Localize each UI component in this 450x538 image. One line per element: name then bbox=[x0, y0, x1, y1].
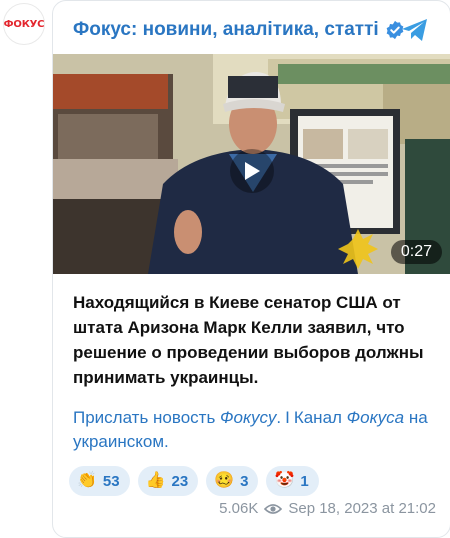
post-links: Прислать новость Фокусу. I Канал Фокуса на… bbox=[73, 406, 433, 454]
post-card: Фокус: новини, аналітика, статті 0:27 На… bbox=[52, 0, 450, 538]
post-date[interactable]: Sep 18, 2023 at 21:02 bbox=[288, 500, 436, 517]
reaction-clown[interactable]: 🤡 1 bbox=[266, 466, 319, 496]
telegram-icon[interactable] bbox=[400, 16, 430, 44]
video-duration: 0:27 bbox=[390, 240, 442, 264]
reaction-woozy[interactable]: 🥴 3 bbox=[206, 466, 259, 496]
thumbs-up-emoji-icon: 👍 bbox=[145, 472, 166, 489]
post-text: Находящийся в Киеве сенатор США от штата… bbox=[73, 293, 424, 387]
reaction-count: 1 bbox=[300, 472, 309, 490]
link-send-news[interactable]: Прислать новость Фокусу. bbox=[73, 408, 281, 427]
reaction-count: 3 bbox=[240, 472, 249, 490]
eye-icon bbox=[264, 503, 283, 514]
clap-emoji-icon: 👏 bbox=[77, 472, 97, 489]
channel-avatar[interactable]: ФОКУС bbox=[3, 3, 45, 45]
woozy-face-emoji-icon: 🥴 bbox=[214, 472, 235, 489]
avatar-logo-text: ФОКУС bbox=[3, 18, 45, 30]
clown-emoji-icon: 🤡 bbox=[274, 472, 295, 489]
reaction-count: 23 bbox=[171, 472, 189, 490]
reactions-bar: 👏 53 👍 23 🥴 3 🤡 1 bbox=[69, 466, 319, 496]
channel-title[interactable]: Фокус: новини, аналітика, статті bbox=[73, 19, 379, 41]
reaction-clap[interactable]: 👏 53 bbox=[69, 466, 130, 496]
reaction-count: 53 bbox=[102, 472, 120, 490]
video-player[interactable]: 0:27 bbox=[53, 54, 450, 274]
link-separator: I bbox=[285, 408, 290, 427]
post-meta: 5.06K Sep 18, 2023 at 21:02 bbox=[219, 500, 436, 517]
post-header: Фокус: новини, аналітика, статті bbox=[73, 15, 430, 45]
play-icon bbox=[245, 162, 260, 180]
reaction-thumbs-up[interactable]: 👍 23 bbox=[137, 466, 199, 496]
view-count: 5.06K bbox=[219, 500, 259, 517]
play-button[interactable] bbox=[230, 149, 274, 193]
